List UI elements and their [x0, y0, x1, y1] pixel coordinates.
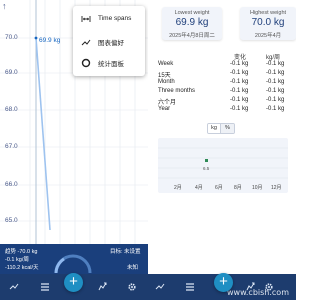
period-label: Three months — [158, 88, 196, 94]
y-label: 67.0 — [5, 143, 18, 150]
menu-item-label: Time spans — [98, 15, 132, 22]
rate-value: -0.1 kg — [266, 106, 285, 112]
settings-nav-icon[interactable] — [127, 282, 137, 292]
change-value: -0.1 kg — [230, 88, 249, 94]
card-title: Highest weight — [249, 10, 287, 16]
rate-value: -0.1 kg — [266, 61, 285, 67]
x-label: 10月 — [252, 185, 263, 191]
rate-text: -0.1 kg/周 — [5, 257, 29, 263]
y-label: 69.0 — [5, 69, 18, 76]
unknown-text: 未知 — [127, 265, 139, 271]
change-value: -0.1 kg — [230, 61, 249, 67]
period-label: 15天 — [158, 73, 171, 79]
selected-point — [34, 36, 38, 40]
rate-column-header: kg/周 — [266, 55, 281, 61]
rate-value: -0.1 kg — [266, 97, 285, 103]
chart-nav-icon[interactable] — [98, 282, 108, 292]
goal-text[interactable]: 目标: 未设置 — [110, 247, 141, 255]
right-panel: Lowest weight 69.9 kg 2025年4月8日周二 Highes… — [148, 0, 296, 300]
rate-value: -0.1 kg — [266, 88, 285, 94]
scroll-up-icon[interactable]: ↑ — [2, 1, 7, 11]
menu-item-label: 图表偏好 — [98, 39, 124, 47]
trend-line — [35, 37, 51, 231]
rate-value: -0.1 kg — [266, 70, 285, 76]
point-value-label: 6.5 — [203, 166, 210, 171]
card-date: 2025年4月 — [254, 33, 282, 39]
change-value: -0.1 kg — [230, 97, 249, 103]
rate-value: -0.1 kg — [266, 79, 285, 85]
period-label: 六个月 — [158, 100, 177, 106]
lowest-weight-card[interactable]: Lowest weight 69.9 kg 2025年4月8日周二 — [162, 7, 222, 40]
unit-percent-button[interactable]: % — [221, 124, 234, 133]
card-title: Lowest weight — [174, 10, 210, 16]
y-label: 68.0 — [5, 106, 18, 113]
add-entry-button[interactable]: + — [214, 273, 233, 292]
period-label: Year — [158, 106, 171, 112]
list-nav-icon[interactable] — [185, 282, 195, 292]
chart-options-menu: Time spans 图表偏好 统计面板 — [73, 6, 145, 76]
card-date: 2025年4月8日周二 — [169, 33, 215, 39]
y-label: 65.0 — [5, 217, 18, 224]
month-point — [205, 159, 208, 162]
x-label: 8月 — [234, 185, 242, 191]
selected-point-label: 69.9 kg — [39, 37, 61, 44]
period-label: Week — [158, 61, 174, 67]
menu-item-time-spans[interactable]: Time spans — [73, 8, 145, 29]
x-label: 2月 — [174, 185, 182, 191]
trend-nav-icon[interactable] — [155, 282, 165, 292]
highest-weight-card[interactable]: Highest weight 70.0 kg 2025年4月 — [240, 7, 296, 40]
x-label: 4月 — [195, 185, 203, 191]
trend-nav-icon[interactable] — [9, 282, 19, 292]
unit-toggle: kg % — [207, 123, 235, 134]
card-value: 69.9 kg — [175, 17, 209, 28]
stats-ring-icon — [81, 58, 91, 68]
calories-text: -110.2 kcal/天 — [5, 265, 39, 271]
change-value: -0.1 kg — [230, 106, 249, 112]
goal-gauge — [54, 254, 92, 274]
change-value: -0.1 kg — [230, 79, 249, 85]
list-nav-icon[interactable] — [40, 282, 50, 292]
time-span-icon — [81, 14, 91, 24]
period-label: Month — [158, 79, 175, 85]
card-value: 70.0 kg — [251, 17, 285, 28]
menu-item-label: 统计面板 — [98, 60, 124, 68]
unit-kg-button[interactable]: kg — [208, 124, 221, 133]
left-panel: ↑ 70.0 69.0 68.0 67.0 66.0 65.0 69.9 kg … — [0, 0, 148, 300]
change-column-header: 变化 — [234, 55, 247, 61]
menu-item-chart-preferences[interactable]: 图表偏好 — [73, 31, 145, 52]
y-label: 66.0 — [5, 181, 18, 188]
change-value: -0.1 kg — [230, 70, 249, 76]
chart-line-icon — [81, 37, 91, 47]
x-label: 6月 — [215, 185, 223, 191]
menu-item-stats-panel[interactable]: 统计面板 — [73, 52, 145, 73]
add-entry-button[interactable]: + — [64, 273, 83, 292]
trend-text: 趋势 -70.0 kg — [5, 249, 38, 255]
y-label: 70.0 — [5, 34, 18, 41]
x-label: 12月 — [271, 185, 282, 191]
watermark-text: www.cbish.com — [226, 288, 289, 297]
